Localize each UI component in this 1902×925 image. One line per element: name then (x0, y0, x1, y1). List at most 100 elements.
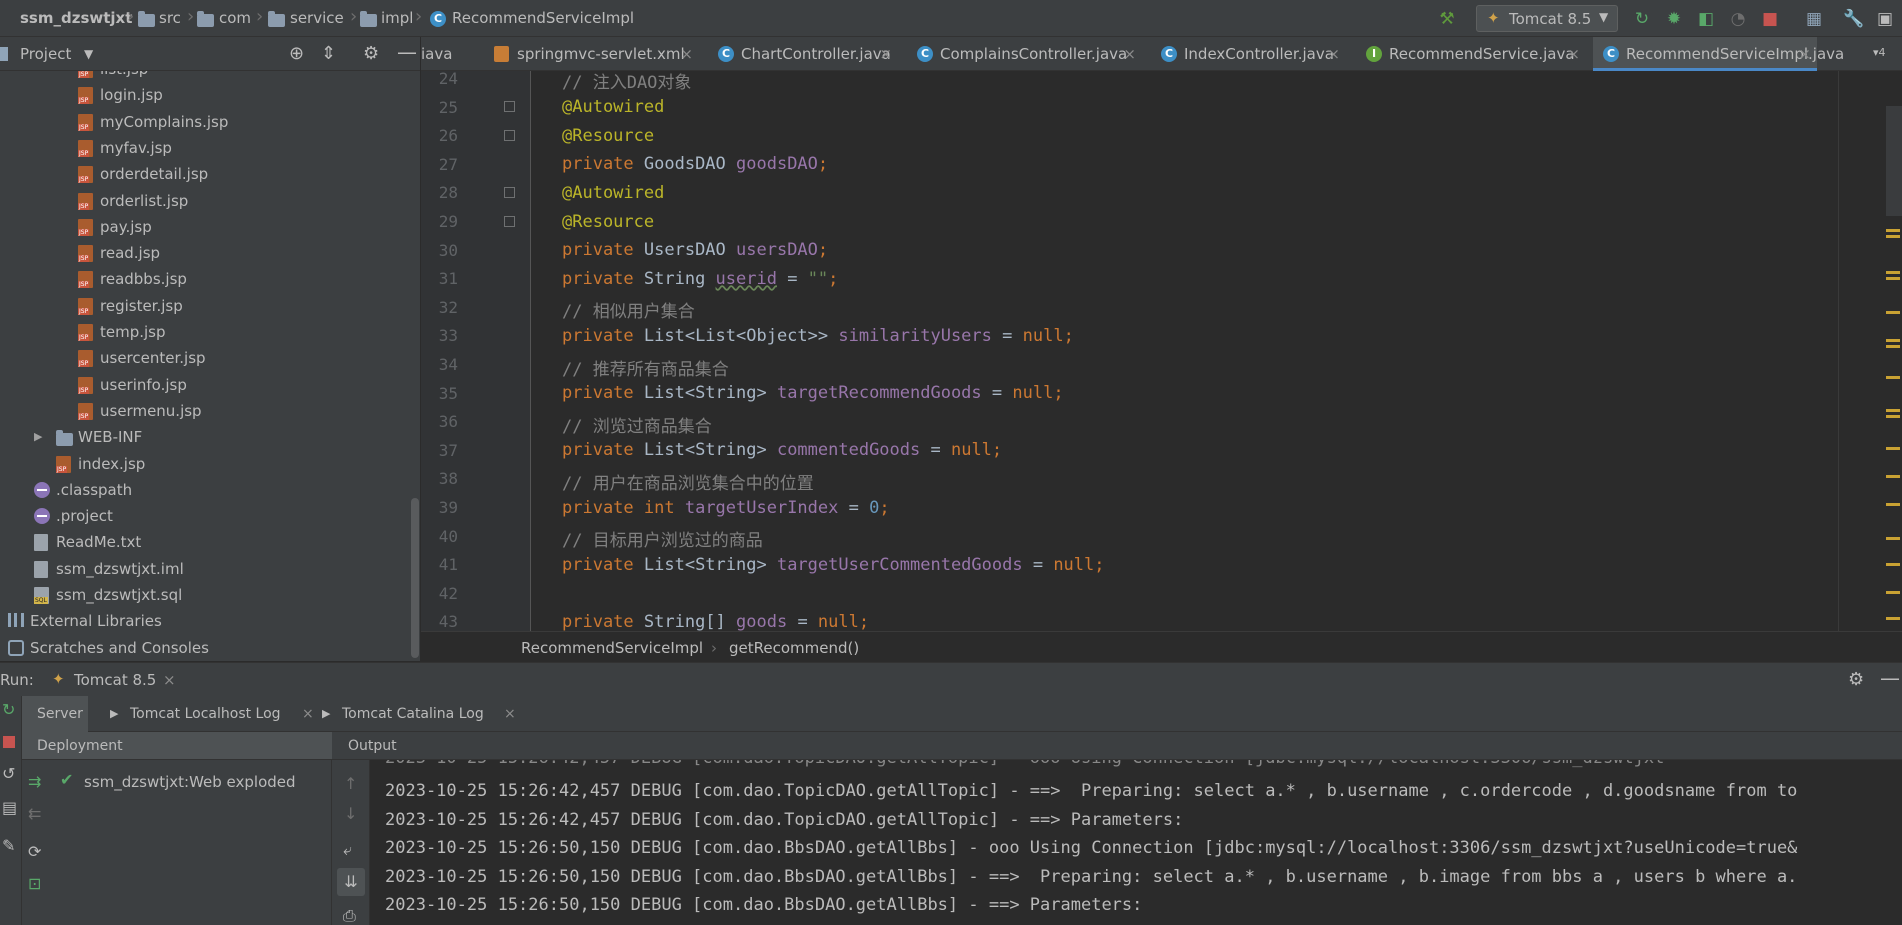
error-stripe[interactable] (1838, 71, 1902, 631)
gear-icon[interactable]: ⚙ (363, 43, 379, 64)
fold-icon[interactable] (504, 216, 515, 227)
tree-item[interactable]: usercenter.jsp (0, 345, 410, 371)
marker[interactable] (1886, 503, 1900, 506)
minimize-icon[interactable]: — (397, 40, 417, 64)
gear-icon[interactable]: ⚙ (1848, 669, 1864, 690)
refresh-icon[interactable]: ⟳ (28, 842, 41, 861)
marker[interactable] (1886, 311, 1900, 314)
tree-item[interactable]: index.jsp (0, 451, 410, 477)
tree-item[interactable]: read.jsp (0, 240, 410, 266)
tree-item[interactable]: External Libraries (0, 608, 410, 634)
marker[interactable] (1886, 591, 1900, 594)
marker[interactable] (1886, 415, 1900, 418)
close-icon[interactable]: × (879, 37, 892, 71)
pin-icon[interactable]: ✎ (2, 836, 15, 855)
arrow-up-icon[interactable]: ↑ (344, 774, 357, 793)
tab-server[interactable]: Server (22, 696, 88, 732)
rerun-icon[interactable]: ↻ (2, 700, 15, 719)
breadcrumb-com[interactable]: com (219, 9, 251, 27)
terminal-icon[interactable]: ▣ (1875, 9, 1895, 29)
marker[interactable] (1886, 229, 1900, 232)
editor-tab[interactable]: C ChartController.java × (708, 37, 898, 71)
locate-icon[interactable]: ⊕ (289, 43, 304, 64)
stop-icon[interactable]: ■ (1760, 9, 1780, 29)
soft-wrap-icon[interactable]: ⤶ (343, 840, 352, 860)
close-icon[interactable]: × (1327, 37, 1340, 71)
tree-item[interactable]: readbbs.jsp (0, 266, 410, 292)
stop-icon[interactable] (3, 736, 15, 748)
profile-icon[interactable]: ◔ (1728, 9, 1748, 29)
minimize-icon[interactable]: — (1880, 666, 1900, 690)
marker[interactable] (1886, 475, 1900, 478)
scroll-thumb[interactable] (1886, 106, 1902, 216)
update-icon[interactable]: ↺ (2, 764, 15, 783)
editor-tab[interactable]: C ComplainsController.java × (907, 37, 1142, 71)
close-icon[interactable]: × (302, 696, 314, 732)
chevron-right-icon[interactable]: ▶ (34, 424, 42, 450)
editor-tab[interactable]: C RecommendServiceImpl.java × (1593, 37, 1844, 71)
tree-item[interactable]: Scratches and Consoles (0, 635, 410, 661)
breadcrumb-class[interactable]: RecommendServiceImpl (521, 639, 703, 657)
breadcrumb-file[interactable]: RecommendServiceImpl (452, 9, 634, 27)
tree-item[interactable]: temp.jsp (0, 319, 410, 345)
marker[interactable] (1886, 563, 1900, 566)
tree-item[interactable]: orderdetail.jsp (0, 161, 410, 187)
close-icon[interactable]: × (1798, 37, 1811, 71)
marker[interactable] (1886, 345, 1900, 348)
tree-item[interactable]: .classpath (0, 477, 410, 503)
close-icon[interactable]: × (680, 37, 693, 71)
tree-item[interactable]: pay.jsp (0, 214, 410, 240)
run-config-selector[interactable]: ✦ Tomcat 8.5 ▼ (1476, 5, 1618, 32)
breadcrumb-project[interactable]: ssm_dzswtjxt (20, 9, 132, 27)
tree-item[interactable]: register.jsp (0, 293, 410, 319)
breadcrumb-impl[interactable]: impl (381, 9, 413, 27)
debug-icon[interactable]: ✹ (1664, 9, 1684, 29)
console-output[interactable]: 2023-10-25 15:26:42,457 DEBUG [com.dao.T… (370, 760, 1902, 925)
arrow-down-icon[interactable]: ↓ (344, 804, 357, 823)
tree-item[interactable]: userinfo.jsp (0, 372, 410, 398)
scroll-to-end-icon[interactable]: ⇊ (337, 868, 365, 896)
fold-icon[interactable] (504, 187, 515, 198)
marker[interactable] (1886, 339, 1900, 342)
editor-tab[interactable]: I RecommendService.java × (1356, 37, 1586, 71)
project-panel-title[interactable]: Project (20, 45, 71, 63)
marker[interactable] (1886, 235, 1900, 238)
tab-catalina-log[interactable]: ▶ Tomcat Catalina Log × (322, 696, 532, 732)
tree-item[interactable]: .project (0, 503, 410, 529)
marker[interactable] (1886, 376, 1900, 379)
deployment-item[interactable]: ssm_dzswtjxt:Web exploded (84, 773, 296, 791)
tab-localhost-log[interactable]: ▶ Tomcat Localhost Log × (106, 696, 326, 732)
close-icon[interactable]: × (163, 671, 176, 689)
tree-item[interactable]: ssm_dzswtjxt.iml (0, 556, 410, 582)
fold-icon[interactable] (504, 101, 515, 112)
tree-item[interactable]: usermenu.jsp (0, 398, 410, 424)
wrench-icon[interactable]: 🔧 (1843, 9, 1864, 29)
tree-item[interactable]: ReadMe.txt (0, 529, 410, 555)
editor-tab[interactable]: C IndexController.java × (1151, 37, 1346, 71)
breadcrumb-service[interactable]: service (290, 9, 344, 27)
marker[interactable] (1886, 537, 1900, 540)
deploy-icon[interactable]: ⇉ (28, 772, 41, 791)
undeploy-icon[interactable]: ⇇ (28, 804, 41, 823)
breadcrumb-method[interactable]: getRecommend() (729, 639, 859, 657)
tree-item[interactable]: orderlist.jsp (0, 188, 410, 214)
layout-icon[interactable]: ▤ (2, 798, 17, 817)
editor-tab[interactable]: springmvc-servlet.xml × (484, 37, 699, 71)
close-icon[interactable]: × (1567, 37, 1580, 71)
breadcrumb-src[interactable]: src (159, 9, 181, 27)
marker[interactable] (1886, 271, 1900, 274)
marker[interactable] (1886, 409, 1900, 412)
tree-item[interactable]: list.jsp (0, 71, 410, 82)
build-icon[interactable]: ⚒ (1437, 9, 1457, 29)
run-config-tab[interactable]: Tomcat 8.5 (74, 671, 156, 689)
close-icon[interactable]: × (1123, 37, 1136, 71)
fold-icon[interactable] (504, 130, 515, 141)
print-icon[interactable]: ⎙ (343, 906, 356, 925)
collapse-icon[interactable]: ⇕ (321, 43, 336, 64)
tree-item[interactable]: myfav.jsp (0, 135, 410, 161)
chevron-down-icon[interactable]: ▼ (84, 47, 93, 61)
close-icon[interactable]: × (504, 696, 516, 732)
tree-item[interactable]: myComplains.jsp (0, 109, 410, 135)
rerun-icon[interactable]: ↻ (1632, 9, 1652, 29)
coverage-icon[interactable]: ◧ (1696, 9, 1716, 29)
